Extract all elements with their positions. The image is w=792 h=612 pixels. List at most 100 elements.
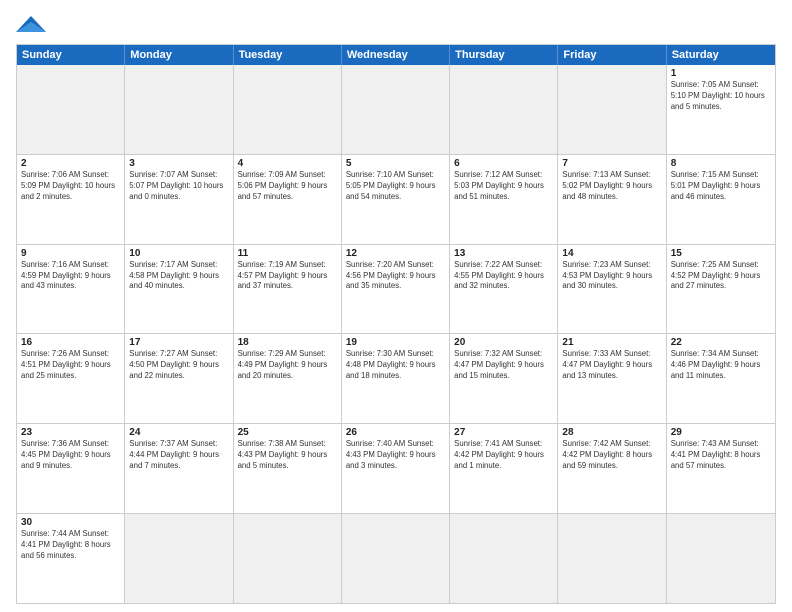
day-number: 22 xyxy=(671,337,771,348)
calendar-cell: 14Sunrise: 7:23 AM Sunset: 4:53 PM Dayli… xyxy=(558,245,666,334)
header-day-sunday: Sunday xyxy=(17,45,125,65)
calendar-row-2: 2Sunrise: 7:06 AM Sunset: 5:09 PM Daylig… xyxy=(17,154,775,244)
calendar-cell xyxy=(450,65,558,154)
calendar-cell: 30Sunrise: 7:44 AM Sunset: 4:41 PM Dayli… xyxy=(17,514,125,603)
day-number: 13 xyxy=(454,248,553,259)
day-number: 18 xyxy=(238,337,337,348)
calendar-cell xyxy=(342,65,450,154)
calendar: SundayMondayTuesdayWednesdayThursdayFrid… xyxy=(16,44,776,604)
day-number: 3 xyxy=(129,158,228,169)
logo xyxy=(16,12,50,36)
calendar-cell xyxy=(234,65,342,154)
calendar-header: SundayMondayTuesdayWednesdayThursdayFrid… xyxy=(17,45,775,65)
calendar-cell: 21Sunrise: 7:33 AM Sunset: 4:47 PM Dayli… xyxy=(558,334,666,423)
header-day-tuesday: Tuesday xyxy=(234,45,342,65)
day-number: 27 xyxy=(454,427,553,438)
calendar-row-6: 30Sunrise: 7:44 AM Sunset: 4:41 PM Dayli… xyxy=(17,513,775,603)
day-info: Sunrise: 7:09 AM Sunset: 5:06 PM Dayligh… xyxy=(238,170,337,203)
calendar-cell: 20Sunrise: 7:32 AM Sunset: 4:47 PM Dayli… xyxy=(450,334,558,423)
calendar-cell: 10Sunrise: 7:17 AM Sunset: 4:58 PM Dayli… xyxy=(125,245,233,334)
day-number: 26 xyxy=(346,427,445,438)
calendar-cell xyxy=(342,514,450,603)
calendar-cell xyxy=(234,514,342,603)
day-number: 6 xyxy=(454,158,553,169)
calendar-cell xyxy=(450,514,558,603)
day-info: Sunrise: 7:22 AM Sunset: 4:55 PM Dayligh… xyxy=(454,260,553,293)
calendar-cell: 3Sunrise: 7:07 AM Sunset: 5:07 PM Daylig… xyxy=(125,155,233,244)
day-number: 24 xyxy=(129,427,228,438)
calendar-cell: 12Sunrise: 7:20 AM Sunset: 4:56 PM Dayli… xyxy=(342,245,450,334)
day-number: 7 xyxy=(562,158,661,169)
day-info: Sunrise: 7:43 AM Sunset: 4:41 PM Dayligh… xyxy=(671,439,771,472)
day-info: Sunrise: 7:05 AM Sunset: 5:10 PM Dayligh… xyxy=(671,80,771,113)
day-number: 2 xyxy=(21,158,120,169)
day-info: Sunrise: 7:16 AM Sunset: 4:59 PM Dayligh… xyxy=(21,260,120,293)
calendar-body: 1Sunrise: 7:05 AM Sunset: 5:10 PM Daylig… xyxy=(17,65,775,603)
calendar-cell: 11Sunrise: 7:19 AM Sunset: 4:57 PM Dayli… xyxy=(234,245,342,334)
day-number: 4 xyxy=(238,158,337,169)
calendar-row-1: 1Sunrise: 7:05 AM Sunset: 5:10 PM Daylig… xyxy=(17,65,775,154)
calendar-cell: 18Sunrise: 7:29 AM Sunset: 4:49 PM Dayli… xyxy=(234,334,342,423)
day-number: 23 xyxy=(21,427,120,438)
day-info: Sunrise: 7:32 AM Sunset: 4:47 PM Dayligh… xyxy=(454,349,553,382)
header-day-thursday: Thursday xyxy=(450,45,558,65)
day-info: Sunrise: 7:36 AM Sunset: 4:45 PM Dayligh… xyxy=(21,439,120,472)
calendar-row-5: 23Sunrise: 7:36 AM Sunset: 4:45 PM Dayli… xyxy=(17,423,775,513)
day-number: 1 xyxy=(671,68,771,79)
calendar-cell: 7Sunrise: 7:13 AM Sunset: 5:02 PM Daylig… xyxy=(558,155,666,244)
calendar-cell: 15Sunrise: 7:25 AM Sunset: 4:52 PM Dayli… xyxy=(667,245,775,334)
calendar-cell: 1Sunrise: 7:05 AM Sunset: 5:10 PM Daylig… xyxy=(667,65,775,154)
calendar-cell: 28Sunrise: 7:42 AM Sunset: 4:42 PM Dayli… xyxy=(558,424,666,513)
day-number: 15 xyxy=(671,248,771,259)
day-info: Sunrise: 7:34 AM Sunset: 4:46 PM Dayligh… xyxy=(671,349,771,382)
calendar-cell: 24Sunrise: 7:37 AM Sunset: 4:44 PM Dayli… xyxy=(125,424,233,513)
day-number: 8 xyxy=(671,158,771,169)
day-info: Sunrise: 7:42 AM Sunset: 4:42 PM Dayligh… xyxy=(562,439,661,472)
day-number: 19 xyxy=(346,337,445,348)
day-info: Sunrise: 7:33 AM Sunset: 4:47 PM Dayligh… xyxy=(562,349,661,382)
calendar-cell: 19Sunrise: 7:30 AM Sunset: 4:48 PM Dayli… xyxy=(342,334,450,423)
day-info: Sunrise: 7:44 AM Sunset: 4:41 PM Dayligh… xyxy=(21,529,120,562)
calendar-cell: 27Sunrise: 7:41 AM Sunset: 4:42 PM Dayli… xyxy=(450,424,558,513)
header-day-monday: Monday xyxy=(125,45,233,65)
day-number: 25 xyxy=(238,427,337,438)
calendar-cell: 29Sunrise: 7:43 AM Sunset: 4:41 PM Dayli… xyxy=(667,424,775,513)
day-info: Sunrise: 7:38 AM Sunset: 4:43 PM Dayligh… xyxy=(238,439,337,472)
day-info: Sunrise: 7:41 AM Sunset: 4:42 PM Dayligh… xyxy=(454,439,553,472)
day-number: 12 xyxy=(346,248,445,259)
day-number: 11 xyxy=(238,248,337,259)
day-number: 16 xyxy=(21,337,120,348)
day-number: 21 xyxy=(562,337,661,348)
day-number: 10 xyxy=(129,248,228,259)
calendar-cell xyxy=(17,65,125,154)
day-info: Sunrise: 7:06 AM Sunset: 5:09 PM Dayligh… xyxy=(21,170,120,203)
calendar-cell: 9Sunrise: 7:16 AM Sunset: 4:59 PM Daylig… xyxy=(17,245,125,334)
header-day-saturday: Saturday xyxy=(667,45,775,65)
day-number: 5 xyxy=(346,158,445,169)
header-day-wednesday: Wednesday xyxy=(342,45,450,65)
calendar-cell: 26Sunrise: 7:40 AM Sunset: 4:43 PM Dayli… xyxy=(342,424,450,513)
day-info: Sunrise: 7:40 AM Sunset: 4:43 PM Dayligh… xyxy=(346,439,445,472)
day-number: 17 xyxy=(129,337,228,348)
calendar-cell: 16Sunrise: 7:26 AM Sunset: 4:51 PM Dayli… xyxy=(17,334,125,423)
day-info: Sunrise: 7:19 AM Sunset: 4:57 PM Dayligh… xyxy=(238,260,337,293)
calendar-cell: 23Sunrise: 7:36 AM Sunset: 4:45 PM Dayli… xyxy=(17,424,125,513)
calendar-cell: 13Sunrise: 7:22 AM Sunset: 4:55 PM Dayli… xyxy=(450,245,558,334)
page-header xyxy=(16,12,776,36)
day-number: 28 xyxy=(562,427,661,438)
day-info: Sunrise: 7:10 AM Sunset: 5:05 PM Dayligh… xyxy=(346,170,445,203)
day-info: Sunrise: 7:15 AM Sunset: 5:01 PM Dayligh… xyxy=(671,170,771,203)
day-info: Sunrise: 7:26 AM Sunset: 4:51 PM Dayligh… xyxy=(21,349,120,382)
calendar-cell xyxy=(558,514,666,603)
calendar-cell xyxy=(125,65,233,154)
calendar-cell: 6Sunrise: 7:12 AM Sunset: 5:03 PM Daylig… xyxy=(450,155,558,244)
calendar-cell: 22Sunrise: 7:34 AM Sunset: 4:46 PM Dayli… xyxy=(667,334,775,423)
day-info: Sunrise: 7:30 AM Sunset: 4:48 PM Dayligh… xyxy=(346,349,445,382)
calendar-cell: 2Sunrise: 7:06 AM Sunset: 5:09 PM Daylig… xyxy=(17,155,125,244)
calendar-cell: 5Sunrise: 7:10 AM Sunset: 5:05 PM Daylig… xyxy=(342,155,450,244)
day-info: Sunrise: 7:12 AM Sunset: 5:03 PM Dayligh… xyxy=(454,170,553,203)
day-info: Sunrise: 7:13 AM Sunset: 5:02 PM Dayligh… xyxy=(562,170,661,203)
day-number: 20 xyxy=(454,337,553,348)
day-number: 9 xyxy=(21,248,120,259)
calendar-cell xyxy=(667,514,775,603)
